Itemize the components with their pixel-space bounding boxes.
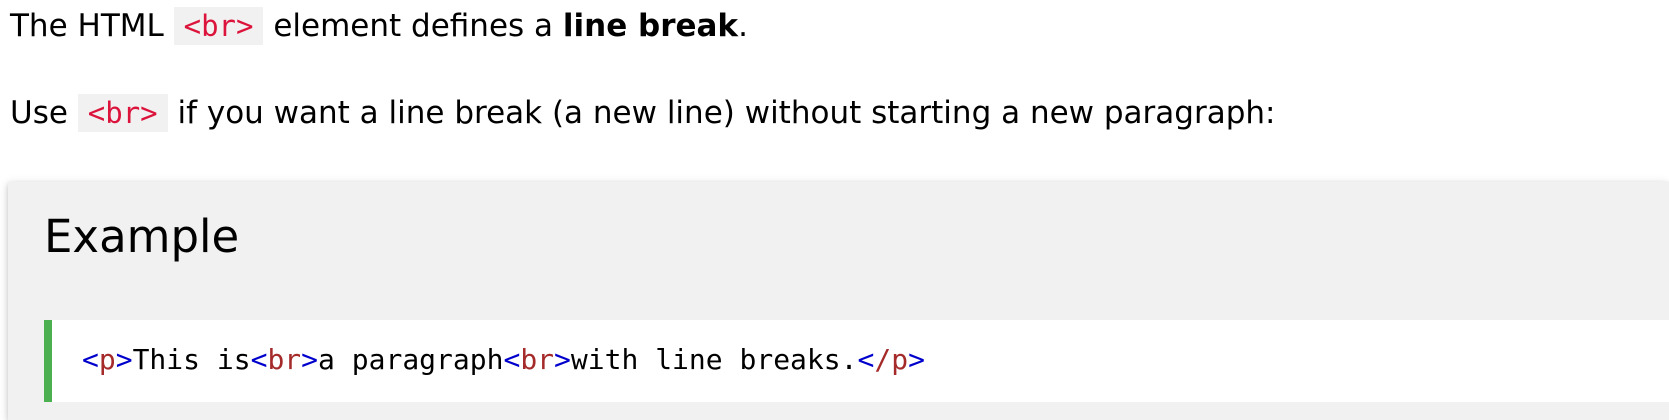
inline-code-br: <br> — [77, 94, 168, 132]
tag-close-bracket: > — [908, 343, 925, 376]
tag-open-bracket: < — [503, 343, 521, 376]
tag-close-bracket: > — [554, 343, 571, 376]
intro-text-2: element defines a — [263, 8, 563, 44]
inline-code-br: <br> — [173, 7, 264, 45]
tag-name-br: br — [520, 343, 555, 376]
tag-name-br: br — [267, 343, 302, 376]
tag-name-p: p — [98, 343, 116, 376]
example-box: Example <p>This is<br>a paragraph<br>wit… — [8, 182, 1669, 420]
example-title: Example — [44, 210, 240, 263]
tag-open-bracket: < — [250, 343, 268, 376]
intro-text-5: if you want a line break (a new line) wi… — [167, 95, 1276, 131]
intro-text-4: Use — [10, 95, 78, 131]
tag-name-p: p — [891, 343, 909, 376]
code-text: a paragraph — [318, 343, 504, 376]
code-line: <p>This is<br>a paragraph<br>with line b… — [82, 340, 925, 380]
tag-close-bracket: > — [115, 343, 133, 376]
tag-close-bracket: > — [301, 343, 319, 376]
code-block: <p>This is<br>a paragraph<br>with line b… — [44, 320, 1669, 402]
code-text: This is — [132, 343, 251, 376]
bold-term: line break — [562, 8, 739, 44]
tag-slash: / — [874, 343, 892, 376]
tag-open-bracket: < — [857, 343, 875, 376]
intro-text-1: The HTML — [10, 8, 174, 44]
tag-open-bracket: < — [82, 343, 99, 376]
intro-paragraph-2: Use <br> if you want a line break (a new… — [10, 92, 1275, 134]
page: The HTML <br> element defines a line bre… — [0, 0, 1669, 420]
intro-paragraph-1: The HTML <br> element defines a line bre… — [10, 5, 748, 47]
intro-text-3: . — [738, 8, 748, 44]
code-text: with line breaks. — [570, 343, 858, 376]
